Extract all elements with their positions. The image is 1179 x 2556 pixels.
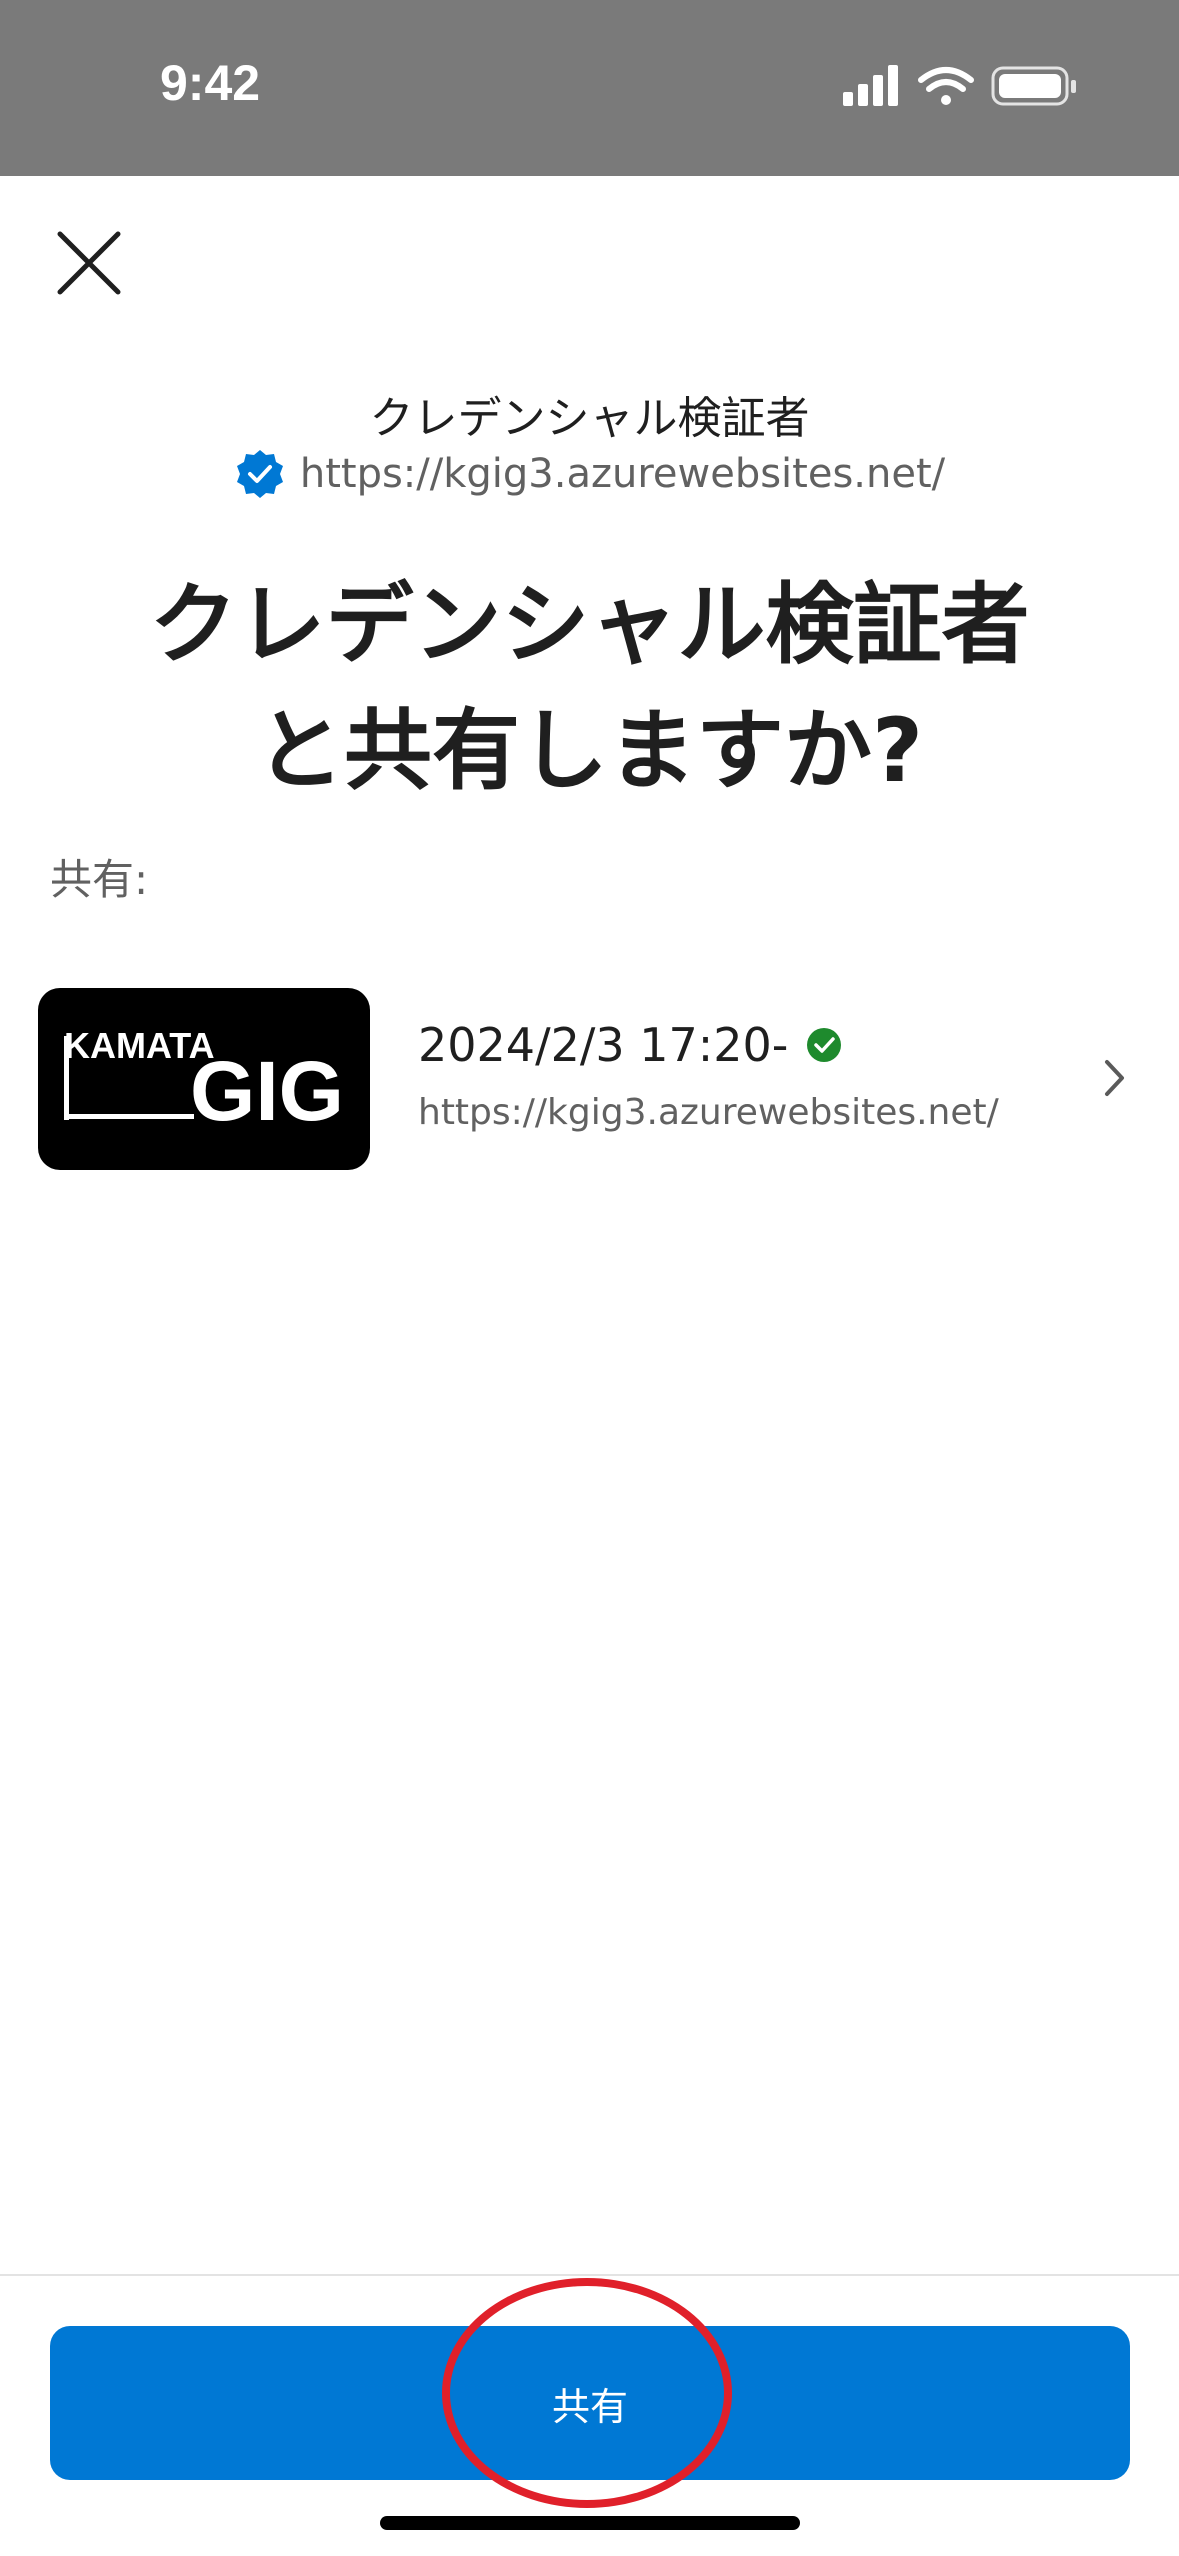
status-time: 9:42 <box>160 55 261 111</box>
wifi-icon <box>918 67 974 105</box>
page-title-line1: クレデンシャル検証者 <box>149 573 1030 676</box>
credential-logo: KAMATA GIG <box>38 988 370 1170</box>
home-indicator <box>380 2516 800 2530</box>
logo-text-main: GIG <box>190 1044 344 1138</box>
verifier-url-row: https://kgig3.azurewebsites.net/ <box>0 448 1179 500</box>
verifier-name: クレデンシャル検証者 <box>369 393 810 444</box>
check-circle-icon <box>807 1028 842 1062</box>
credential-date-row: 2024/2/3 17:20- <box>418 1018 842 1072</box>
close-button[interactable] <box>48 222 130 304</box>
credential-card[interactable]: KAMATA GIG 2024/2/3 17:20- https://kgig3… <box>38 988 1138 1172</box>
share-button-label: 共有 <box>551 2384 628 2429</box>
close-icon[interactable] <box>48 222 130 304</box>
footer-divider <box>0 2274 1179 2276</box>
page-title: クレデンシャル検証者 と共有しますか? <box>30 562 1149 814</box>
verified-badge-icon <box>236 450 283 498</box>
status-bar: 9:42 <box>0 0 1179 176</box>
page-title-line2: と共有しますか? <box>255 699 924 802</box>
chevron-right-icon[interactable] <box>1100 1056 1130 1100</box>
credential-date: 2024/2/3 17:20- <box>418 1018 789 1072</box>
battery-icon <box>991 66 1076 106</box>
signal-icon <box>843 65 898 106</box>
share-button[interactable]: 共有 <box>50 2326 1130 2480</box>
credential-url: https://kgig3.azurewebsites.net/ <box>418 1092 999 1133</box>
status-icons <box>843 62 1083 112</box>
share-section-label: 共有: <box>50 855 149 904</box>
verifier-url: https://kgig3.azurewebsites.net/ <box>299 451 946 497</box>
